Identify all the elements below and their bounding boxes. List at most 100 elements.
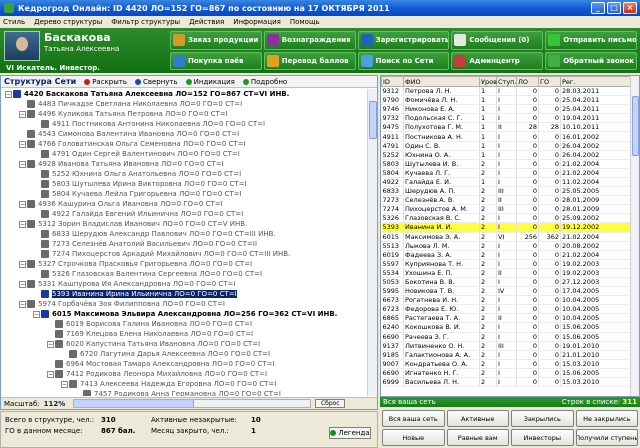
tree-expander[interactable]: − bbox=[5, 90, 12, 98]
menu-tree[interactable]: Дерево структуры bbox=[34, 18, 102, 26]
nav-button-shares[interactable]: Покупка паёв bbox=[170, 51, 262, 70]
table-row[interactable]: 6690 Игнатенко Н. Г. 2 I 0 0 15.06.2005 bbox=[381, 368, 632, 379]
tree-horizontal-scrollbar[interactable] bbox=[73, 399, 312, 408]
tree-node[interactable]: − 4936 Кашурина Ольга Ивановна ЛО=0 ГО=0 … bbox=[1, 199, 367, 209]
tree-expander[interactable]: − bbox=[19, 160, 26, 168]
table-row[interactable]: 4791 Один С. В. 1 I 0 0 26.04.2002 bbox=[381, 141, 632, 151]
tree-expander[interactable]: − bbox=[61, 380, 68, 388]
filter-button[interactable]: Закрылись bbox=[511, 410, 574, 427]
table-row[interactable]: 9732 Подольская С. Г. 1 I 0 0 19.04.2011 bbox=[381, 113, 632, 124]
tree-node[interactable]: − 4420 Баскакова Татьяна Алексеевна ЛО=15… bbox=[1, 89, 367, 99]
menu-info[interactable]: Информация bbox=[233, 18, 281, 26]
reset-zoom-button[interactable]: Сброс bbox=[315, 399, 346, 408]
col-step[interactable]: Ступ. bbox=[496, 76, 517, 87]
close-button[interactable]: × bbox=[623, 2, 637, 14]
tree-node[interactable]: 5326 Глазовская Валентина Сергеевна ЛО=0… bbox=[1, 269, 367, 279]
tree-node[interactable]: − 5312 Зорин Владислав Иванович ЛО=0 ГО=0… bbox=[1, 219, 367, 229]
table-row[interactable]: 5513 Лыкова Л. М. 2 I 0 0 20.08.2002 bbox=[381, 241, 632, 251]
tree-node[interactable]: 6833 Шерудюв Александр Павлович ЛО=0 ГО=… bbox=[1, 229, 367, 239]
col-lo[interactable]: ЛО bbox=[516, 76, 539, 87]
maximize-button[interactable]: □ bbox=[607, 2, 621, 14]
table-row[interactable]: 4922 Галайда Е. И. 1 I 0 0 11.02.2004 bbox=[381, 177, 632, 188]
tree-node[interactable]: 5804 Кучаева Лейла Григорьевна ЛО=0 ГО=0… bbox=[1, 189, 367, 199]
tree-node[interactable]: 4791 Один Сергей Валентинович ЛО=0 ГО=0 … bbox=[1, 149, 367, 159]
table-row[interactable]: 6019 Фадеева З. А. 2 I 0 0 21.02.2004 bbox=[381, 250, 632, 260]
table-row[interactable]: 5393 Иванина И. И. 2 I 0 0 19.12.2002 bbox=[381, 222, 632, 233]
tree-expander[interactable]: − bbox=[19, 260, 26, 268]
tree-node[interactable]: − 4766 Головатинская Ольга Семеновна ЛО=0… bbox=[1, 139, 367, 149]
tree-node[interactable]: 4543 Симонова Валентина Ивановна ЛО=0 ГО… bbox=[1, 129, 367, 139]
tree-expander[interactable]: − bbox=[47, 340, 54, 348]
filter-button[interactable]: Активные bbox=[446, 410, 509, 427]
table-row[interactable]: 6999 Васильева Л. Н. 2 I 0 0 15.03.2010 bbox=[381, 377, 632, 388]
tree-node[interactable]: − 6015 Максимова Эльвира Александровна ЛО… bbox=[1, 309, 367, 319]
tree-node[interactable]: 4922 Галайда Евгений Ильинична ЛО=0 ГО=0… bbox=[1, 209, 367, 219]
filter-button[interactable]: Получили ступень bbox=[575, 429, 638, 446]
scroll-thumb[interactable] bbox=[369, 101, 377, 139]
tree-node[interactable]: 4483 Пичкадзе Светлана Николаевна ЛО=0 Г… bbox=[1, 99, 367, 109]
tree-node[interactable]: 7169 Клецова Елена Николаевна ЛО=0 ГО=0 … bbox=[1, 329, 367, 339]
table-row[interactable]: 5804 Кучаева Л. Г. 2 I 0 0 21.02.2004 bbox=[381, 168, 632, 178]
collapse-option[interactable]: Свернуть bbox=[134, 78, 178, 86]
filter-button[interactable]: Вся ваша сеть bbox=[382, 410, 445, 427]
tree-node[interactable]: 6019 Борисова Галина Ивановна ЛО=0 ГО=0 … bbox=[1, 319, 367, 329]
tree-node[interactable]: − 6020 Капустина Татьяна Ивановна ЛО=0 ГО… bbox=[1, 339, 367, 349]
tree-node[interactable]: − 5327 Строчкова Прасковья Григорьевна ЛО… bbox=[1, 259, 367, 269]
tree-node[interactable]: − 5974 Горбачёва Зоя Филипповна ЛО=0 ГО=0… bbox=[1, 299, 367, 309]
table-row[interactable]: 5326 Глазовская В. С. 2 I 0 0 25.09.2002 bbox=[381, 213, 632, 224]
scroll-thumb[interactable] bbox=[632, 96, 639, 156]
tree-node[interactable]: 5252 Юхнина Ольга Анатольевна ЛО=0 ГО=0 … bbox=[1, 169, 367, 179]
menu-actions[interactable]: Действия bbox=[189, 18, 224, 26]
nav-button-register[interactable]: Зарегистрировать bbox=[357, 31, 450, 50]
nav-button-messages[interactable]: Сообщения (0) bbox=[451, 31, 544, 50]
legend-button[interactable]: Легенда bbox=[329, 427, 371, 439]
table-row[interactable]: 5995 Новикова Т. В. 2 IV 0 0 17.04.2005 bbox=[381, 286, 632, 297]
tree-expander[interactable]: − bbox=[47, 370, 54, 378]
menu-help[interactable]: Помощь bbox=[290, 18, 320, 26]
menu-style[interactable]: Стиль bbox=[3, 18, 25, 26]
col-reg[interactable]: Рег. bbox=[560, 76, 632, 87]
details-option[interactable]: Подробно bbox=[242, 78, 287, 86]
tree-expander[interactable]: − bbox=[19, 140, 26, 148]
table-row[interactable]: 5597 Куприянова Т. Н. 2 I 0 0 19.02.2003 bbox=[381, 259, 632, 269]
table-row[interactable]: 9312 Петрова Л. Н. 1 I 0 0 28.03.2011 bbox=[381, 86, 632, 97]
col-go[interactable]: ГО bbox=[538, 76, 561, 87]
tree-expander[interactable]: − bbox=[19, 220, 26, 228]
tree-expander[interactable]: − bbox=[33, 310, 40, 318]
table-row[interactable]: 7273 Селезнёв А. В. 2 II 0 0 28.01.2009 bbox=[381, 195, 632, 206]
nav-button-search[interactable]: Поиск по Сети bbox=[357, 51, 450, 70]
table-row[interactable]: 9746 Никонова Е. А. 1 I 0 0 25.04.2011 bbox=[381, 104, 632, 115]
tree-expander[interactable]: − bbox=[19, 200, 26, 208]
table-row[interactable]: 9185 Галактионова А. А. 2 I 0 0 21.01.2010 bbox=[381, 350, 632, 360]
expand-option[interactable]: Раскрыть bbox=[84, 78, 127, 86]
table-row[interactable]: 6240 Кокошкова В. И. 2 I 0 0 15.06.2005 bbox=[381, 322, 632, 333]
tree-node[interactable]: 7273 Селезнёв Анатолий Васильевич ЛО=0 Г… bbox=[1, 239, 367, 249]
table-row[interactable]: 5252 Юхнина О. А. 1 I 0 0 26.04.2002 bbox=[381, 150, 632, 160]
col-id[interactable]: ID bbox=[381, 76, 404, 87]
nav-button-callback[interactable]: Обратный звонок bbox=[545, 51, 637, 70]
table-row[interactable]: 5534 Ухошина Е. П. 2 II 0 0 19.02.2003 bbox=[381, 268, 632, 278]
minimize-button[interactable]: _ bbox=[591, 2, 605, 14]
nav-button-admin[interactable]: Админцентр bbox=[451, 51, 544, 70]
tree-node[interactable]: 6720 Лагутина Дарья Алексеевна ЛО=0 ГО=0… bbox=[1, 349, 367, 359]
table-row[interactable]: 4911 Постникова А. Н. 1 I 0 0 16.01.2002 bbox=[381, 131, 632, 142]
tree-node[interactable]: 6964 Мостовая Тамара Александровна ЛО=0 … bbox=[1, 359, 367, 369]
table-row[interactable]: 9475 Полухотова Г. М. 1 II 28 28 10.10.2011 bbox=[381, 122, 632, 133]
nav-button-rewards[interactable]: Вознаграждения bbox=[263, 31, 356, 50]
tree-node[interactable]: 5393 Иванина Ирина Ильинична ЛО=0 ГО=0 С… bbox=[1, 289, 367, 299]
table-row[interactable]: 6865 Растегаева Т. А. 2 II 0 0 10.04.2005 bbox=[381, 313, 632, 324]
tree-node[interactable]: − 7413 Алексеева Надежда Егоровна ЛО=0 ГО… bbox=[1, 379, 367, 389]
menu-filter[interactable]: Фильтр структуры bbox=[111, 18, 180, 26]
table-row[interactable]: 9007 Кондратьева О. А. 2 I 0 0 15.03.2010 bbox=[381, 359, 632, 369]
filter-button[interactable]: Равные вам bbox=[446, 429, 509, 446]
table-vertical-scrollbar[interactable] bbox=[630, 76, 639, 396]
col-name[interactable]: ФИО bbox=[403, 76, 480, 87]
scroll-thumb[interactable] bbox=[74, 400, 195, 407]
tree-node[interactable]: − 5331 Кашпурова Ия Александровна ЛО=0 ГО… bbox=[1, 279, 367, 289]
nav-button-mail[interactable]: Отправить письмо bbox=[545, 31, 637, 50]
filter-button[interactable]: Новые bbox=[382, 429, 445, 446]
table-row[interactable]: 6723 Федорова Е. Ю. 2 I 0 0 10.04.2005 bbox=[381, 304, 632, 315]
filter-button[interactable]: Инвесторы bbox=[511, 429, 574, 446]
tree-expander[interactable]: − bbox=[19, 280, 26, 288]
table-row[interactable]: 9790 Фомичёва Л. Н. 1 I 0 0 25.04.2011 bbox=[381, 95, 632, 106]
